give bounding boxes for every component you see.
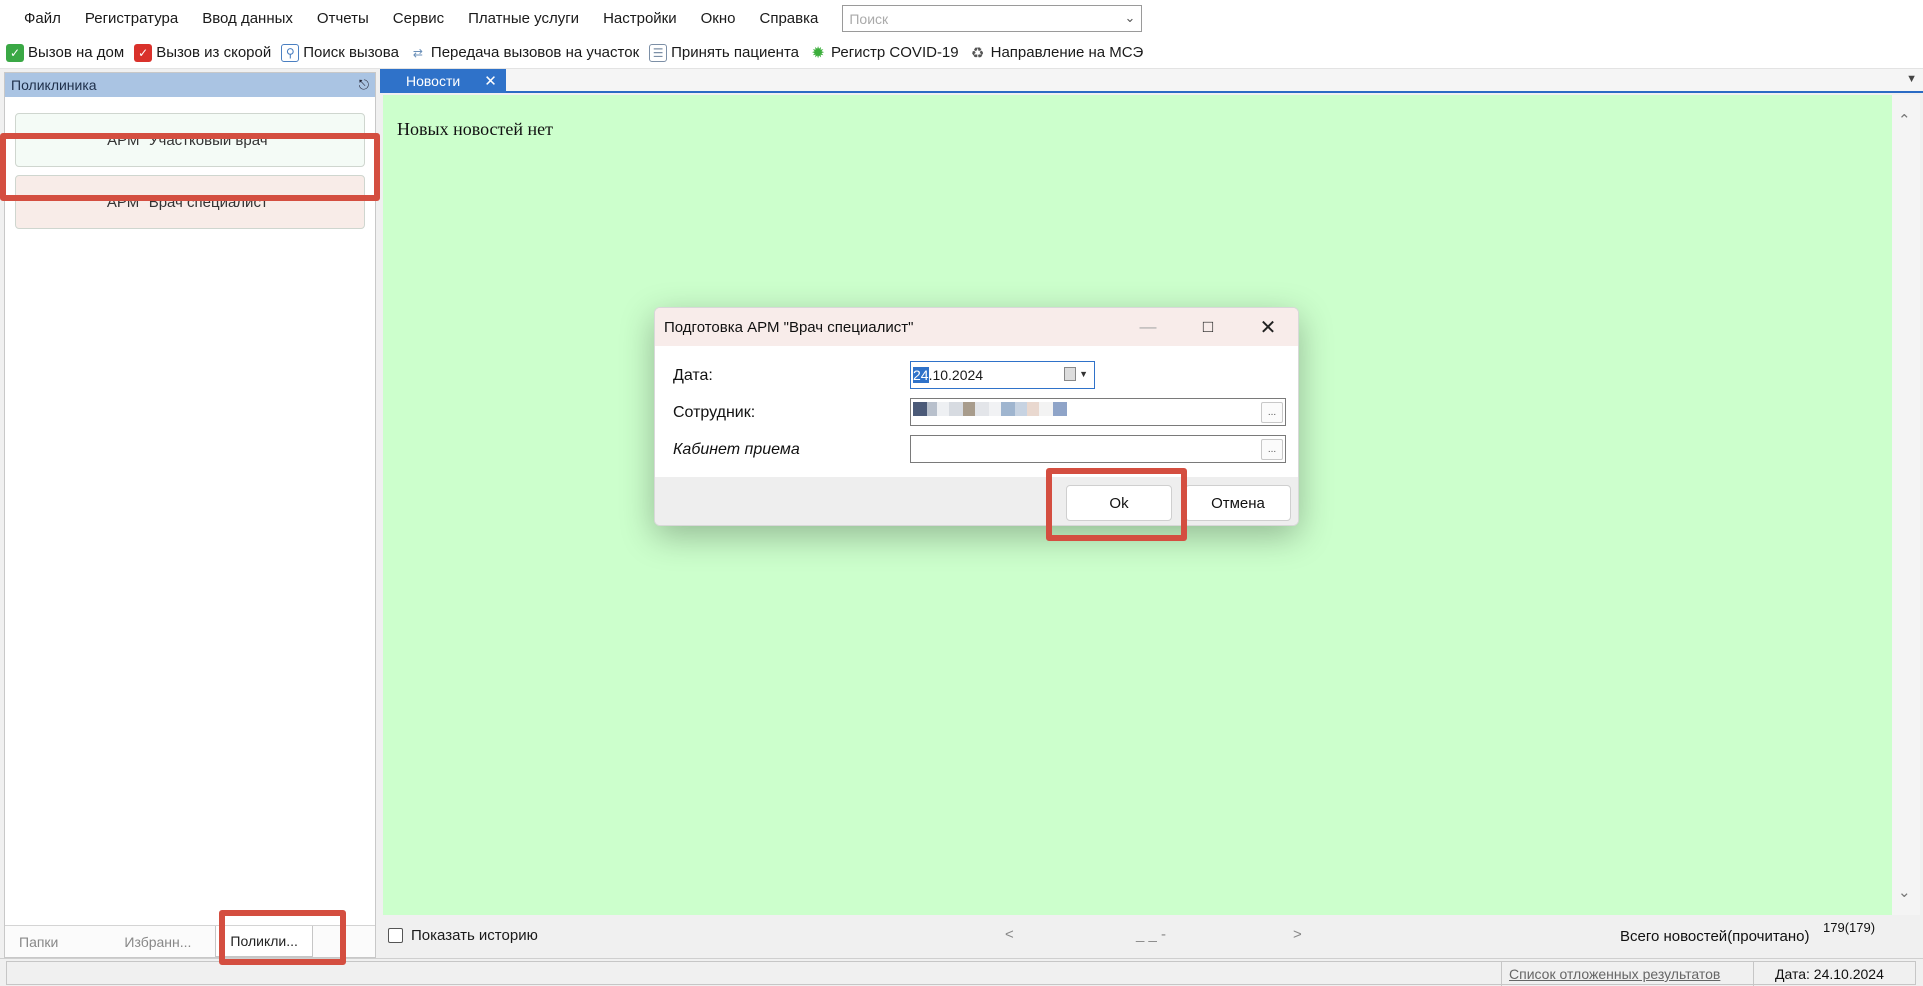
pager-indicator: _ _ - <box>1136 926 1167 943</box>
tab-polyclinic[interactable]: Поликли... <box>215 926 313 957</box>
postponed-results-link[interactable]: Список отложенных результатов <box>1509 966 1720 982</box>
maximize-icon[interactable]: □ <box>1178 308 1238 346</box>
search-call-button[interactable]: ⚲ Поиск вызова <box>281 43 399 62</box>
covid-icon: ✹ <box>809 43 828 62</box>
ambulance-call-icon: ✓ <box>134 43 153 62</box>
cancel-button[interactable]: Отмена <box>1185 485 1291 521</box>
tab-news[interactable]: Новости ✕ <box>380 69 506 93</box>
show-history-checkbox[interactable]: Показать историю <box>388 927 538 944</box>
menu-settings[interactable]: Настройки <box>591 0 689 37</box>
menu-paid-services[interactable]: Платные услуги <box>456 0 591 37</box>
date-field[interactable]: 24.10.2024 ▼ <box>910 361 1095 389</box>
vertical-scrollbar[interactable]: ⌃ ⌄ <box>1892 95 1920 915</box>
arm-district-doctor-button[interactable]: АРМ "Участковый врач" <box>15 113 365 167</box>
status-bar: Список отложенных результатов Дата: 24.1… <box>0 958 1923 986</box>
news-footer: Показать историю < _ _ - > Всего новосте… <box>383 918 1920 954</box>
date-rest: .10.2024 <box>928 367 984 383</box>
dialog-footer: Ok Отмена <box>655 477 1298 525</box>
total-news-label: Всего новостей(прочитано) <box>1620 928 1810 945</box>
calendar-dropdown-icon[interactable]: ▼ <box>1064 367 1088 381</box>
cabinet-select-button[interactable]: ... <box>1261 439 1283 460</box>
covid-registry-label: Регистр COVID-19 <box>831 44 959 61</box>
house-call-button[interactable]: ✓ Вызов на дом <box>6 43 125 62</box>
search-input[interactable] <box>843 6 1114 31</box>
transfer-calls-icon: ⇄ <box>408 43 427 62</box>
close-icon[interactable]: ✕ <box>1238 308 1298 346</box>
cabinet-field[interactable]: ... <box>910 435 1286 463</box>
app-window: Файл Регистратура Ввод данных Отчеты Сер… <box>0 0 1923 986</box>
tab-folders[interactable]: Папки <box>5 934 72 950</box>
left-panel-title: Поликлиника <box>11 77 97 93</box>
search-call-label: Поиск вызова <box>303 44 399 61</box>
pin-icon[interactable]: ⎋ <box>359 77 369 93</box>
menu-registry[interactable]: Регистратура <box>73 0 190 37</box>
news-text: Новых новостей нет <box>397 119 554 139</box>
search-combobox[interactable]: ⌄ <box>842 5 1143 32</box>
status-date: Дата: 24.10.2024 <box>1775 966 1884 982</box>
show-history-label: Показать историю <box>411 927 538 944</box>
mse-referral-label: Направление на МСЭ <box>990 44 1144 61</box>
document-tabs: Новости ✕ ▼ <box>380 69 1923 93</box>
dialog-title: Подготовка АРМ "Врач специалист" <box>664 318 914 336</box>
menu-window[interactable]: Окно <box>689 0 748 37</box>
toolbar: ✓ Вызов на дом ✓ Вызов из скорой ⚲ Поиск… <box>0 37 1923 69</box>
date-label: Дата: <box>673 367 713 384</box>
ok-button[interactable]: Ok <box>1066 485 1172 521</box>
tab-news-label: Новости <box>406 73 461 89</box>
menu-reports[interactable]: Отчеты <box>305 0 381 37</box>
total-news-count: 179(179) <box>1823 920 1876 935</box>
pager-prev-button[interactable]: < <box>1005 926 1014 943</box>
prepare-arm-dialog: Подготовка АРМ "Врач специалист" — □ ✕ Д… <box>654 307 1299 526</box>
menu-service[interactable]: Сервис <box>381 0 456 37</box>
scroll-down-icon[interactable]: ⌄ <box>1898 883 1911 901</box>
menu-bar: Файл Регистратура Ввод данных Отчеты Сер… <box>0 0 1923 37</box>
covid-registry-button[interactable]: ✹ Регистр COVID-19 <box>809 43 959 62</box>
arm-specialist-button[interactable]: АРМ "Врач специалист" <box>15 175 365 229</box>
house-call-icon: ✓ <box>6 43 24 62</box>
status-divider <box>1753 962 1754 986</box>
left-panel-tabs: Папки Избранн... Поликли... <box>5 925 375 957</box>
status-divider <box>1501 962 1502 986</box>
chevron-down-icon[interactable]: ⌄ <box>1124 10 1135 26</box>
date-day-selected: 24 <box>913 367 929 383</box>
cabinet-label: Кабинет приема <box>673 441 800 458</box>
redacted-employee-name <box>913 402 1067 416</box>
ambulance-call-button[interactable]: ✓ Вызов из скорой <box>134 43 272 62</box>
menu-file[interactable]: Файл <box>12 0 73 37</box>
tabs-dropdown-icon[interactable]: ▼ <box>1906 73 1917 85</box>
close-icon[interactable]: ✕ <box>484 72 497 90</box>
menu-data-entry[interactable]: Ввод данных <box>190 0 305 37</box>
employee-label: Сотрудник: <box>673 404 756 421</box>
accept-patient-button[interactable]: ☰ Принять пациента <box>649 43 800 62</box>
left-panel-header: Поликлиника ⎋ <box>5 73 375 97</box>
checkbox-box[interactable] <box>388 928 403 943</box>
search-call-icon: ⚲ <box>281 43 300 62</box>
menu-help[interactable]: Справка <box>748 0 831 37</box>
accept-patient-label: Принять пациента <box>671 44 800 61</box>
calendar-icon <box>1064 367 1077 381</box>
house-call-label: Вызов на дом <box>28 44 125 61</box>
scroll-up-icon[interactable]: ⌃ <box>1898 111 1911 129</box>
left-panel: Поликлиника ⎋ АРМ "Участковый врач" АРМ … <box>4 72 376 958</box>
dropdown-arrow-icon: ▼ <box>1079 369 1088 379</box>
mse-referral-button[interactable]: ♻ Направление на МСЭ <box>968 43 1144 62</box>
accept-patient-icon: ☰ <box>649 43 668 62</box>
tab-favorites[interactable]: Избранн... <box>110 934 205 950</box>
employee-field[interactable]: ... <box>910 398 1286 426</box>
mse-referral-icon: ♻ <box>968 43 987 62</box>
ambulance-call-label: Вызов из скорой <box>156 44 272 61</box>
pager-next-button[interactable]: > <box>1293 926 1302 943</box>
transfer-calls-button[interactable]: ⇄ Передача вызовов на участок <box>408 43 640 62</box>
transfer-calls-label: Передача вызовов на участок <box>430 44 640 61</box>
employee-select-button[interactable]: ... <box>1261 402 1283 423</box>
status-panel: Список отложенных результатов Дата: 24.1… <box>6 961 1916 986</box>
minimize-icon[interactable]: — <box>1118 308 1178 346</box>
dialog-titlebar: Подготовка АРМ "Врач специалист" — □ ✕ <box>655 308 1298 346</box>
